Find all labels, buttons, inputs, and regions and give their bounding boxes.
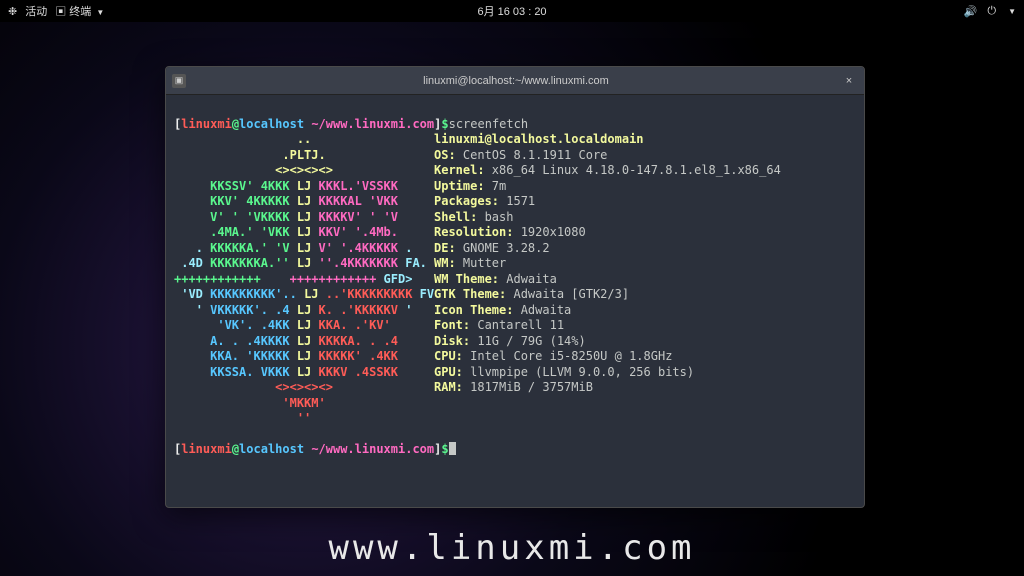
terminal-icon: ▣ bbox=[55, 6, 66, 18]
screenfetch-row: . KKKKKA.' 'V LJ V' '.4KKKKK .DE: GNOME … bbox=[174, 241, 856, 257]
screenfetch-row: .PLTJ.OS: CentOS 8.1.1911 Core bbox=[174, 148, 856, 164]
app-menu[interactable]: ▣ 终端 ▼ bbox=[55, 3, 104, 19]
screenfetch-row: ++++++++++++ ++++++++++++ GFD>WM Theme: … bbox=[174, 272, 856, 288]
screenfetch-row: <><><><>Kernel: x86_64 Linux 4.18.0-147.… bbox=[174, 163, 856, 179]
terminal-titlebar[interactable]: ▣ linuxmi@localhost:~/www.linuxmi.com × bbox=[166, 67, 864, 95]
volume-icon[interactable]: 🔊 bbox=[964, 5, 978, 18]
activities-button[interactable]: 活动 bbox=[25, 3, 47, 19]
screenfetch-row: 'VK'. .4KK LJ KKA. .'KV'Font: Cantarell … bbox=[174, 318, 856, 334]
window-title: linuxmi@localhost:~/www.linuxmi.com bbox=[192, 75, 840, 87]
chevron-down-icon: ▼ bbox=[96, 8, 104, 17]
screenfetch-row: A. . .4KKKK LJ KKKKA. . .4Disk: 11G / 79… bbox=[174, 334, 856, 350]
terminal-window: ▣ linuxmi@localhost:~/www.linuxmi.com × … bbox=[165, 66, 865, 508]
screenfetch-row: KKSSV' 4KKK LJ KKKL.'VSSKKUptime: 7m bbox=[174, 179, 856, 195]
gnome-top-bar: ❉ 活动 ▣ 终端 ▼ 6月 16 03 : 20 🔊 ⏻ ▼ bbox=[0, 0, 1024, 22]
screenfetch-row: ..linuxmi@localhost.localdomain bbox=[174, 132, 856, 148]
screenfetch-row: KKA. 'KKKKK LJ KKKKK' .4KKCPU: Intel Cor… bbox=[174, 349, 856, 365]
watermark-text: www.linuxmi.com bbox=[328, 528, 695, 568]
screenfetch-row: 'MKKM' bbox=[174, 396, 856, 412]
screenfetch-row: .4MA.' 'VKK LJ KKV' '.4Mb.Resolution: 19… bbox=[174, 225, 856, 241]
app-menu-label: 终端 bbox=[69, 6, 91, 18]
window-close-button[interactable]: × bbox=[840, 75, 858, 87]
prompt-line-2: [linuxmi@localhost ~/www.linuxmi.com]$ bbox=[174, 442, 456, 456]
cursor bbox=[449, 442, 456, 455]
terminal-app-icon: ▣ bbox=[172, 74, 186, 88]
screenfetch-row: V' ' 'VKKKK LJ KKKKV' ' 'VShell: bash bbox=[174, 210, 856, 226]
screenfetch-row: <><><><>RAM: 1817MiB / 3757MiB bbox=[174, 380, 856, 396]
screenfetch-row: KKSSA. VKKK LJ KKKV .4SSKKGPU: llvmpipe … bbox=[174, 365, 856, 381]
bug-icon: ❉ bbox=[8, 5, 17, 18]
screenfetch-row: .4D KKKKKKKA.'' LJ ''.4KKKKKKK FA.WM: Mu… bbox=[174, 256, 856, 272]
screenfetch-row: KKV' 4KKKKK LJ KKKKAL 'VKKPackages: 1571 bbox=[174, 194, 856, 210]
power-icon[interactable]: ⏻ bbox=[987, 5, 996, 18]
screenfetch-row: ' VKKKKK'. .4 LJ K. .'KKKKKV 'Icon Theme… bbox=[174, 303, 856, 319]
screenfetch-row: '' bbox=[174, 411, 856, 427]
clock[interactable]: 6月 16 03 : 20 bbox=[477, 3, 546, 19]
system-menu-chevron-icon[interactable]: ▼ bbox=[1008, 7, 1016, 16]
screenfetch-row: 'VD KKKKKKKKK'.. LJ ..'KKKKKKKKK FVGTK T… bbox=[174, 287, 856, 303]
prompt-line-1: [linuxmi@localhost ~/www.linuxmi.com]$sc… bbox=[174, 117, 528, 131]
terminal-body[interactable]: [linuxmi@localhost ~/www.linuxmi.com]$sc… bbox=[166, 95, 864, 507]
